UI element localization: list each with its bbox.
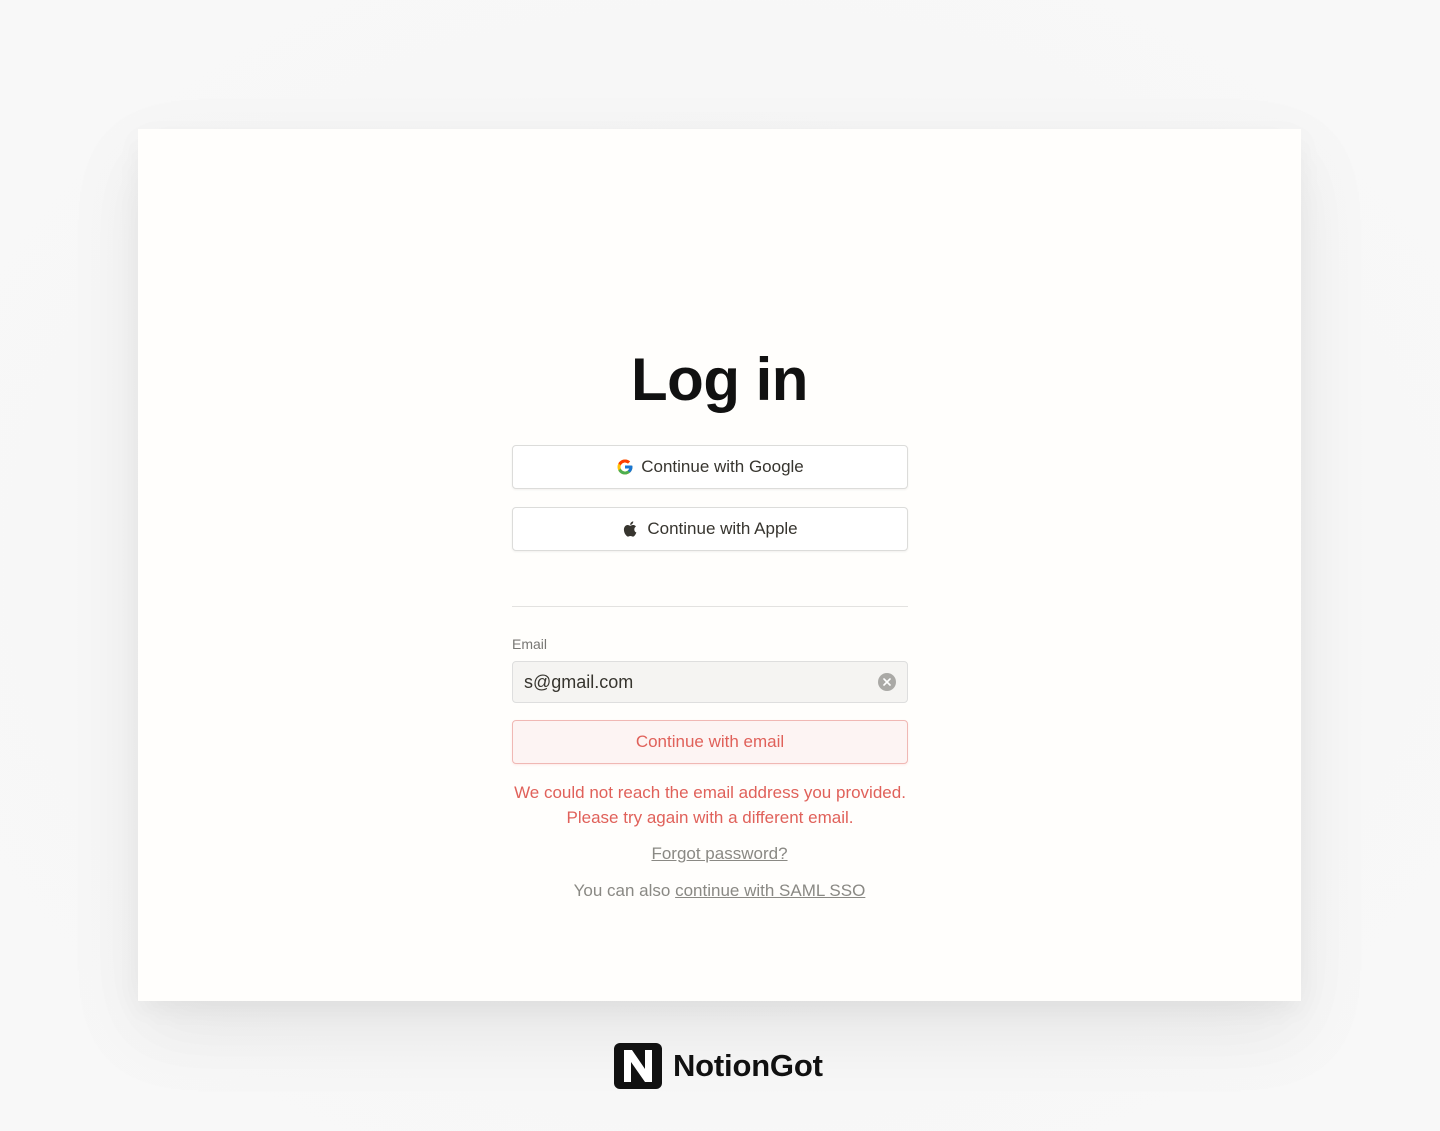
google-button-label: Continue with Google: [641, 457, 804, 476]
notiongot-logo-icon: [614, 1043, 662, 1089]
continue-with-google-button[interactable]: Continue with Google: [512, 445, 908, 489]
error-message: We could not reach the email address you…: [514, 783, 906, 827]
email-input[interactable]: [524, 671, 878, 693]
continue-with-email-button[interactable]: Continue with email: [512, 720, 908, 764]
forgot-password: Forgot password?: [138, 844, 1301, 864]
continue-with-apple-button[interactable]: Continue with Apple: [512, 507, 908, 551]
forgot-password-link[interactable]: Forgot password?: [651, 844, 787, 863]
brand-name: NotionGot: [673, 1048, 823, 1083]
login-card: Log in Continue with Google Continue wit…: [138, 129, 1301, 1001]
apple-icon: [622, 520, 640, 538]
email-field[interactable]: [512, 661, 908, 703]
email-label: Email: [512, 636, 548, 652]
apple-button-label: Continue with Apple: [647, 519, 798, 538]
saml-text: You can also continue with SAML SSO: [138, 881, 1301, 901]
brand-watermark: NotionGot: [614, 1042, 823, 1090]
divider: [512, 606, 908, 607]
page-title: Log in: [631, 346, 808, 413]
saml-sso-link[interactable]: continue with SAML SSO: [675, 881, 865, 900]
saml-prefix: You can also: [573, 881, 676, 900]
google-icon: [616, 458, 634, 476]
clear-icon[interactable]: [878, 673, 896, 691]
